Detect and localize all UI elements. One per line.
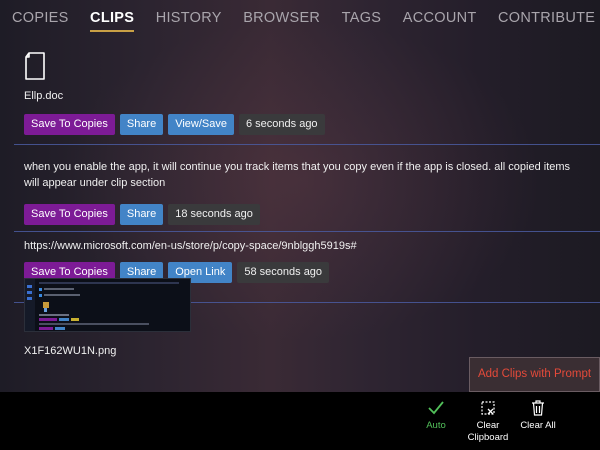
tab-copies[interactable]: COPIES bbox=[12, 10, 69, 32]
document-icon bbox=[25, 52, 45, 80]
clip-actions: Save To Copies Share View/Save 6 seconds… bbox=[24, 114, 325, 136]
tab-clips[interactable]: CLIPS bbox=[90, 10, 135, 32]
save-to-copies-button[interactable]: Save To Copies bbox=[24, 204, 115, 225]
share-button[interactable]: Share bbox=[119, 204, 164, 225]
add-clips-with-prompt-button[interactable]: Add Clips with Prompt bbox=[469, 357, 600, 392]
clear-clipboard-button[interactable]: Clear Clipboard bbox=[466, 400, 510, 444]
clip-image-name: X1F162WU1N.png bbox=[24, 345, 117, 357]
check-icon bbox=[428, 401, 444, 415]
clipboard-label: Clipboard bbox=[467, 432, 509, 443]
tab-account[interactable]: ACCOUNT bbox=[403, 10, 477, 32]
clip-link-content: https://www.microsoft.com/en-us/store/p/… bbox=[24, 240, 357, 252]
clip-actions: Save To Copies Share 18 seconds ago bbox=[24, 204, 260, 226]
clear-label: Clear bbox=[476, 420, 500, 431]
auto-label: Auto bbox=[426, 420, 446, 431]
clip-file-name: Ellp.doc bbox=[24, 90, 64, 102]
trash-icon bbox=[532, 400, 544, 416]
save-to-copies-button[interactable]: Save To Copies bbox=[24, 114, 115, 135]
clips-list: Ellp.doc Save To Copies Share View/Save … bbox=[0, 40, 600, 303]
clip-timestamp: 18 seconds ago bbox=[168, 204, 260, 225]
screenshot-thumbnail-graphic bbox=[25, 279, 190, 331]
clip-item-file: Ellp.doc Save To Copies Share View/Save … bbox=[0, 40, 600, 144]
clip-item-text: when you enable the app, it will continu… bbox=[0, 145, 600, 231]
share-button[interactable]: Share bbox=[119, 114, 164, 135]
clear-clipboard-icon bbox=[481, 401, 495, 415]
tab-browser[interactable]: BROWSER bbox=[243, 10, 320, 32]
clear-all-button[interactable]: Clear All bbox=[519, 400, 557, 432]
clear-all-label: Clear All bbox=[520, 420, 556, 431]
tab-tags[interactable]: TAGS bbox=[342, 10, 382, 32]
clip-timestamp: 6 seconds ago bbox=[239, 114, 325, 135]
view-save-button[interactable]: View/Save bbox=[168, 114, 234, 135]
tab-contribute[interactable]: CONTRIBUTE bbox=[498, 10, 595, 32]
clip-image-thumbnail[interactable] bbox=[24, 278, 191, 332]
bottom-app-bar: Auto Clear Clipboard Clear All bbox=[0, 392, 600, 450]
clip-text-content: when you enable the app, it will continu… bbox=[24, 161, 571, 189]
top-nav: COPIES CLIPS HISTORY BROWSER TAGS ACCOUN… bbox=[12, 9, 600, 33]
clip-timestamp: 58 seconds ago bbox=[237, 262, 330, 283]
tab-history[interactable]: HISTORY bbox=[156, 10, 222, 32]
auto-button[interactable]: Auto bbox=[424, 400, 448, 432]
